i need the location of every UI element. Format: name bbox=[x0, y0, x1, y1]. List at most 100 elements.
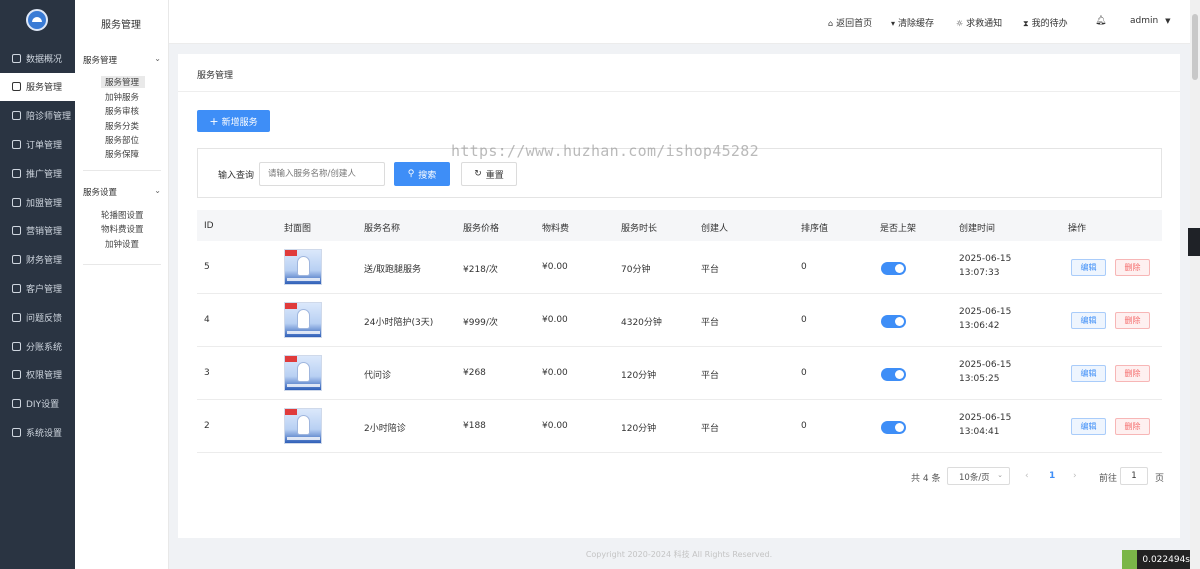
cell-created-time: 13:07:33 bbox=[959, 268, 1000, 278]
col-created: 创建时间 bbox=[959, 224, 996, 234]
subnav-title: 服务管理 bbox=[101, 20, 141, 31]
nav-item-label: 营销管理 bbox=[26, 227, 63, 238]
cell-name: 送/取跑腿服务 bbox=[364, 265, 422, 275]
cell-price: ¥268 bbox=[463, 368, 486, 378]
marketing-icon bbox=[12, 226, 21, 236]
cover-thumbnail[interactable] bbox=[284, 355, 322, 391]
nav-item[interactable]: 系统设置 bbox=[0, 418, 75, 446]
goto-page-input[interactable]: 1 bbox=[1120, 467, 1148, 485]
nav-item[interactable]: 营销管理 bbox=[0, 217, 75, 245]
delete-button[interactable]: 删除 bbox=[1115, 365, 1150, 382]
table-header: ID 封面图 服务名称 服务价格 物料费 服务时长 创建人 排序值 是否上架 创… bbox=[197, 210, 1162, 241]
search-input[interactable] bbox=[259, 162, 385, 186]
subnav-group-label: 服务管理 bbox=[83, 56, 118, 66]
nav-item[interactable]: 订单管理 bbox=[0, 130, 75, 158]
next-page-icon[interactable]: › bbox=[1073, 471, 1077, 481]
nav-item[interactable]: 推广管理 bbox=[0, 159, 75, 187]
subnav-item-review[interactable]: 服务审核 bbox=[105, 105, 139, 117]
reset-button[interactable]: ↻ 重置 bbox=[461, 162, 517, 186]
add-service-button[interactable]: + 新增服务 bbox=[197, 110, 270, 132]
nav-item[interactable]: 加盟管理 bbox=[0, 188, 75, 216]
subnav-item-extra-time-setting[interactable]: 加钟设置 bbox=[105, 238, 139, 250]
cell-sort: 0 bbox=[801, 368, 807, 378]
scrollbar-thumb[interactable] bbox=[1192, 14, 1198, 80]
subnav-group-service[interactable]: 服务管理 ⌄ bbox=[83, 54, 161, 66]
nav-item[interactable]: 数据概况 bbox=[0, 44, 75, 72]
nav-item[interactable]: 问题反馈 bbox=[0, 303, 75, 331]
side-tab[interactable] bbox=[1188, 228, 1200, 256]
cell-created-date: 2025-06-15 bbox=[959, 413, 1012, 423]
search-button[interactable]: ⚲ 搜索 bbox=[394, 162, 450, 186]
edit-button[interactable]: 编辑 bbox=[1071, 365, 1106, 382]
nav-item[interactable]: 服务管理 bbox=[0, 72, 75, 101]
cover-thumbnail[interactable] bbox=[284, 408, 322, 444]
nav-item[interactable]: 陪诊师管理 bbox=[0, 102, 75, 130]
col-creator: 创建人 bbox=[701, 224, 729, 234]
edit-button[interactable]: 编辑 bbox=[1071, 418, 1106, 435]
cell-duration: 120分钟 bbox=[621, 371, 657, 381]
logo-icon[interactable] bbox=[26, 9, 48, 31]
delete-button[interactable]: 删除 bbox=[1115, 418, 1150, 435]
feedback-icon bbox=[12, 312, 21, 322]
plus-icon: + bbox=[209, 114, 219, 128]
subnav-item-extra-time[interactable]: 加钟服务 bbox=[105, 91, 139, 103]
col-sort: 排序值 bbox=[801, 224, 829, 234]
goto-suffix: 页 bbox=[1155, 474, 1165, 484]
chevron-down-icon: ⌄ bbox=[997, 471, 1003, 479]
dashboard-icon bbox=[12, 53, 21, 63]
todo-link[interactable]: ⧗ 我的待办 bbox=[1023, 16, 1068, 29]
page-size-select[interactable]: 10条/页 ⌄ bbox=[947, 467, 1010, 485]
main-nav: 数据概况服务管理陪诊师管理 订单管理 推广管理 加盟管理营销管理财务管理 客户管理 问题反… bbox=[0, 0, 75, 569]
nav-item[interactable]: 财务管理 bbox=[0, 246, 75, 274]
user-menu[interactable]: admin ▼ bbox=[1130, 16, 1170, 26]
nav-item[interactable]: 客户管理 bbox=[0, 274, 75, 302]
cell-id: 4 bbox=[204, 315, 210, 325]
settings-icon bbox=[12, 427, 21, 437]
delete-button[interactable]: 删除 bbox=[1115, 312, 1150, 329]
nav-item[interactable]: 权限管理 bbox=[0, 361, 75, 389]
nav-item[interactable]: DIY设置 bbox=[0, 390, 75, 418]
subnav-item-service-manage[interactable]: 服务管理 bbox=[101, 76, 146, 88]
table-row: 5 送/取跑腿服务 ¥218/次 ¥0.00 70分钟 平台 0 2025-06-15 13:0… bbox=[197, 241, 1162, 294]
cover-thumbnail[interactable] bbox=[284, 302, 322, 338]
publish-toggle[interactable] bbox=[881, 368, 906, 381]
customer-icon bbox=[12, 283, 21, 293]
subnav-group-settings[interactable]: 服务设置 ⌄ bbox=[83, 186, 161, 198]
prev-page-icon[interactable]: ‹ bbox=[1025, 471, 1029, 481]
nav-item-label: 服务管理 bbox=[26, 83, 63, 94]
page-number-current[interactable]: 1 bbox=[1049, 471, 1055, 481]
subnav-item-material-fee[interactable]: 物料费设置 bbox=[101, 223, 144, 235]
thumbnail-figure bbox=[297, 309, 310, 329]
nav-item[interactable]: 分账系统 bbox=[0, 332, 75, 360]
subnav-item-category[interactable]: 服务分类 bbox=[105, 120, 139, 132]
thumbnail-caption bbox=[287, 331, 320, 334]
cell-id: 5 bbox=[204, 262, 210, 272]
cover-thumbnail[interactable] bbox=[284, 249, 322, 285]
edit-button[interactable]: 编辑 bbox=[1071, 259, 1106, 276]
table-row: 3 代问诊 ¥268 ¥0.00 120分钟 平台 0 2025-06-15 13:05:25 编… bbox=[197, 347, 1162, 400]
clear-cache-link[interactable]: ▾ 清除缓存 bbox=[891, 16, 934, 29]
home-icon: ⌂ bbox=[828, 19, 834, 28]
cell-creator: 平台 bbox=[701, 265, 720, 275]
home-link[interactable]: ⌂ 返回首页 bbox=[828, 16, 872, 29]
nav-item-label: 数据概况 bbox=[26, 54, 63, 65]
thumbnail-figure bbox=[297, 362, 310, 382]
cell-duration: 4320分钟 bbox=[621, 318, 662, 328]
edit-button[interactable]: 编辑 bbox=[1071, 312, 1106, 329]
subnav-item-guarantee[interactable]: 服务保障 bbox=[105, 148, 139, 160]
pagination-total: 共 4 条 bbox=[911, 474, 941, 484]
publish-toggle[interactable] bbox=[881, 315, 906, 328]
col-id: ID bbox=[204, 221, 214, 231]
nav-item-label: DIY设置 bbox=[26, 400, 60, 411]
delete-button[interactable]: 删除 bbox=[1115, 259, 1150, 276]
help-notice-link[interactable]: ☼ 求救通知 bbox=[956, 16, 1002, 29]
publish-toggle[interactable] bbox=[881, 262, 906, 275]
subnav-item-banner[interactable]: 轮播图设置 bbox=[101, 209, 144, 221]
cell-creator: 平台 bbox=[701, 371, 720, 381]
subnav-item-body-part[interactable]: 服务部位 bbox=[105, 134, 139, 146]
bell-icon[interactable]: 🔔︎ bbox=[1095, 16, 1106, 26]
publish-toggle[interactable] bbox=[881, 421, 906, 434]
thumbnail-tag bbox=[285, 409, 297, 415]
page-scrollbar[interactable] bbox=[1190, 0, 1200, 569]
cell-created-date: 2025-06-15 bbox=[959, 307, 1012, 317]
